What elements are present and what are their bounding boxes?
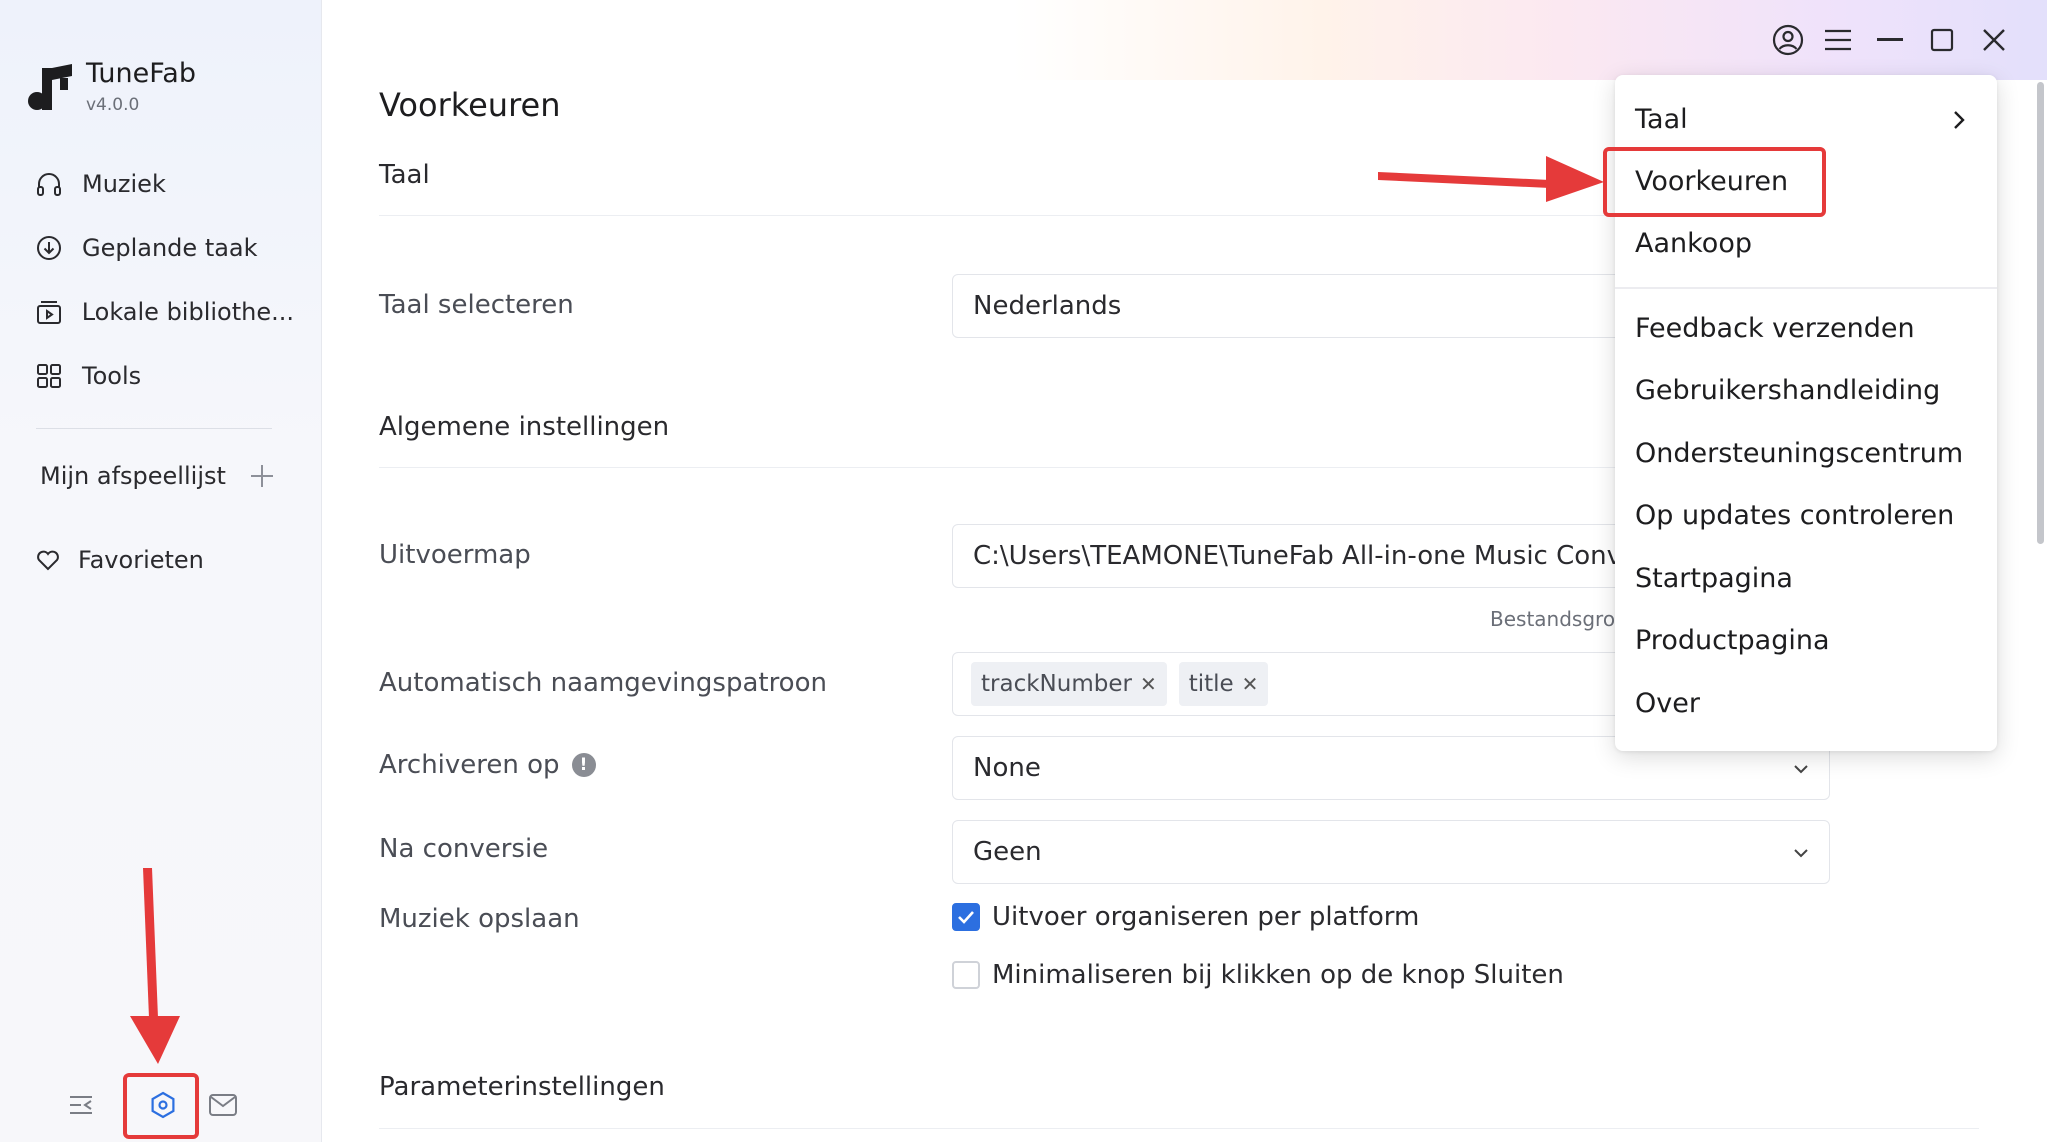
sidebar-item-lokale-bibliotheek[interactable]: Lokale bibliothe... xyxy=(34,280,294,344)
sidebar-item-geplande-taak[interactable]: Geplande taak xyxy=(34,216,294,280)
menu-item-gebruikershandleiding[interactable]: Gebruikershandleiding xyxy=(1635,375,1940,406)
sidebar-divider xyxy=(36,428,272,429)
app-version: v4.0.0 xyxy=(86,95,140,115)
save-music-label: Muziek opslaan xyxy=(379,904,580,934)
voorkeuren-highlight-box xyxy=(1603,147,1826,217)
annotation-arrow-right xyxy=(1378,156,1604,202)
page-title: Voorkeuren xyxy=(379,86,561,124)
checkbox-checked[interactable] xyxy=(952,903,980,931)
playlist-label: Mijn afspeellijst xyxy=(40,462,226,490)
headphones-icon xyxy=(34,169,64,199)
menu-item-productpagina[interactable]: Productpagina xyxy=(1635,625,1830,656)
sidebar-item-label: Geplande taak xyxy=(82,234,258,262)
brand: TuneFab v4.0.0 xyxy=(28,58,196,115)
library-icon xyxy=(34,297,64,327)
chevron-down-icon xyxy=(1794,765,1808,774)
favorites-label: Favorieten xyxy=(78,546,204,574)
after-conversion-label: Na conversie xyxy=(379,834,549,864)
collapse-sidebar-icon[interactable] xyxy=(64,1088,98,1122)
sidebar-item-label: Lokale bibliothe... xyxy=(81,298,294,326)
scrollbar[interactable] xyxy=(2037,82,2044,544)
sidebar-item-muziek[interactable]: Muziek xyxy=(34,152,294,216)
settings-highlight-box xyxy=(123,1073,199,1139)
menu-item-startpagina[interactable]: Startpagina xyxy=(1635,563,1793,594)
maximize-icon[interactable] xyxy=(1924,22,1960,58)
checkbox-label: Uitvoer organiseren per platform xyxy=(992,902,1420,932)
menu-item-ondersteuningscentrum[interactable]: Ondersteuningscentrum xyxy=(1635,438,1963,469)
menu-item-over[interactable]: Over xyxy=(1635,688,1700,719)
annotation-arrow-down xyxy=(130,868,180,1064)
sidebar-item-tools[interactable]: Tools xyxy=(34,344,294,408)
remove-chip-icon[interactable]: ✕ xyxy=(1140,672,1157,696)
checkbox-label: Minimaliseren bij klikken op de knop Slu… xyxy=(992,960,1564,990)
after-conversion-value: Geen xyxy=(973,837,1042,867)
close-icon[interactable] xyxy=(1976,22,2012,58)
menu-item-aankoop[interactable]: Aankoop xyxy=(1635,228,1752,259)
minimize-on-close-checkbox[interactable]: Minimaliseren bij klikken op de knop Slu… xyxy=(952,960,1564,990)
mail-icon[interactable] xyxy=(206,1088,240,1122)
chevron-down-icon xyxy=(1794,849,1808,858)
output-folder-label: Uitvoermap xyxy=(379,540,531,570)
info-icon[interactable]: ! xyxy=(571,753,596,777)
menu-icon[interactable] xyxy=(1820,22,1856,58)
account-icon[interactable] xyxy=(1770,22,1806,58)
language-select-label: Taal selecteren xyxy=(379,290,574,320)
naming-chip: trackNumber ✕ xyxy=(971,662,1167,706)
menu-divider xyxy=(1615,287,1997,289)
menu-item-updates[interactable]: Op updates controleren xyxy=(1635,500,1954,531)
after-conversion-select[interactable]: Geen xyxy=(952,820,1830,884)
grid-icon xyxy=(34,361,64,391)
checkbox-unchecked[interactable] xyxy=(952,961,980,989)
sidebar-item-favorieten[interactable]: Favorieten xyxy=(34,540,204,580)
naming-pattern-label: Automatisch naamgevingspatroon xyxy=(379,668,827,698)
archive-label-text: Archiveren op xyxy=(379,750,560,780)
output-folder-value: C:\Users\TEAMONE\TuneFab All-in-one Musi… xyxy=(973,541,1686,571)
chevron-right-icon xyxy=(1954,111,1965,129)
organize-by-platform-checkbox[interactable]: Uitvoer organiseren per platform xyxy=(952,902,1419,932)
download-circle-icon xyxy=(34,233,64,263)
sidebar-item-label: Muziek xyxy=(82,170,166,198)
app-name: TuneFab xyxy=(86,58,196,89)
archive-select-value: None xyxy=(973,753,1041,783)
archive-label: Archiveren op ! xyxy=(379,750,596,780)
menu-item-taal[interactable]: Taal xyxy=(1635,104,1688,135)
sidebar-nav: Muziek Geplande taak Lokale bibliothe... xyxy=(34,152,294,408)
title-bar xyxy=(322,0,2047,80)
heart-icon xyxy=(37,550,59,571)
language-select-value: Nederlands xyxy=(973,291,1122,321)
menu-item-feedback[interactable]: Feedback verzenden xyxy=(1635,313,1915,344)
naming-chip: title ✕ xyxy=(1178,662,1269,706)
chip-label: title xyxy=(1188,671,1234,697)
section-title-parameters: Parameterinstellingen xyxy=(379,1072,665,1102)
tunefab-logo xyxy=(28,64,72,110)
section-title-language: Taal xyxy=(379,160,430,190)
minimize-icon[interactable] xyxy=(1872,22,1908,58)
remove-chip-icon[interactable]: ✕ xyxy=(1242,672,1259,696)
sidebar-item-label: Tools xyxy=(82,362,142,390)
add-playlist-icon[interactable] xyxy=(248,462,276,490)
section-title-general: Algemene instellingen xyxy=(379,412,670,442)
chip-label: trackNumber xyxy=(981,671,1132,697)
playlist-header: Mijn afspeellijst xyxy=(40,456,276,496)
section-divider xyxy=(379,1128,1979,1129)
